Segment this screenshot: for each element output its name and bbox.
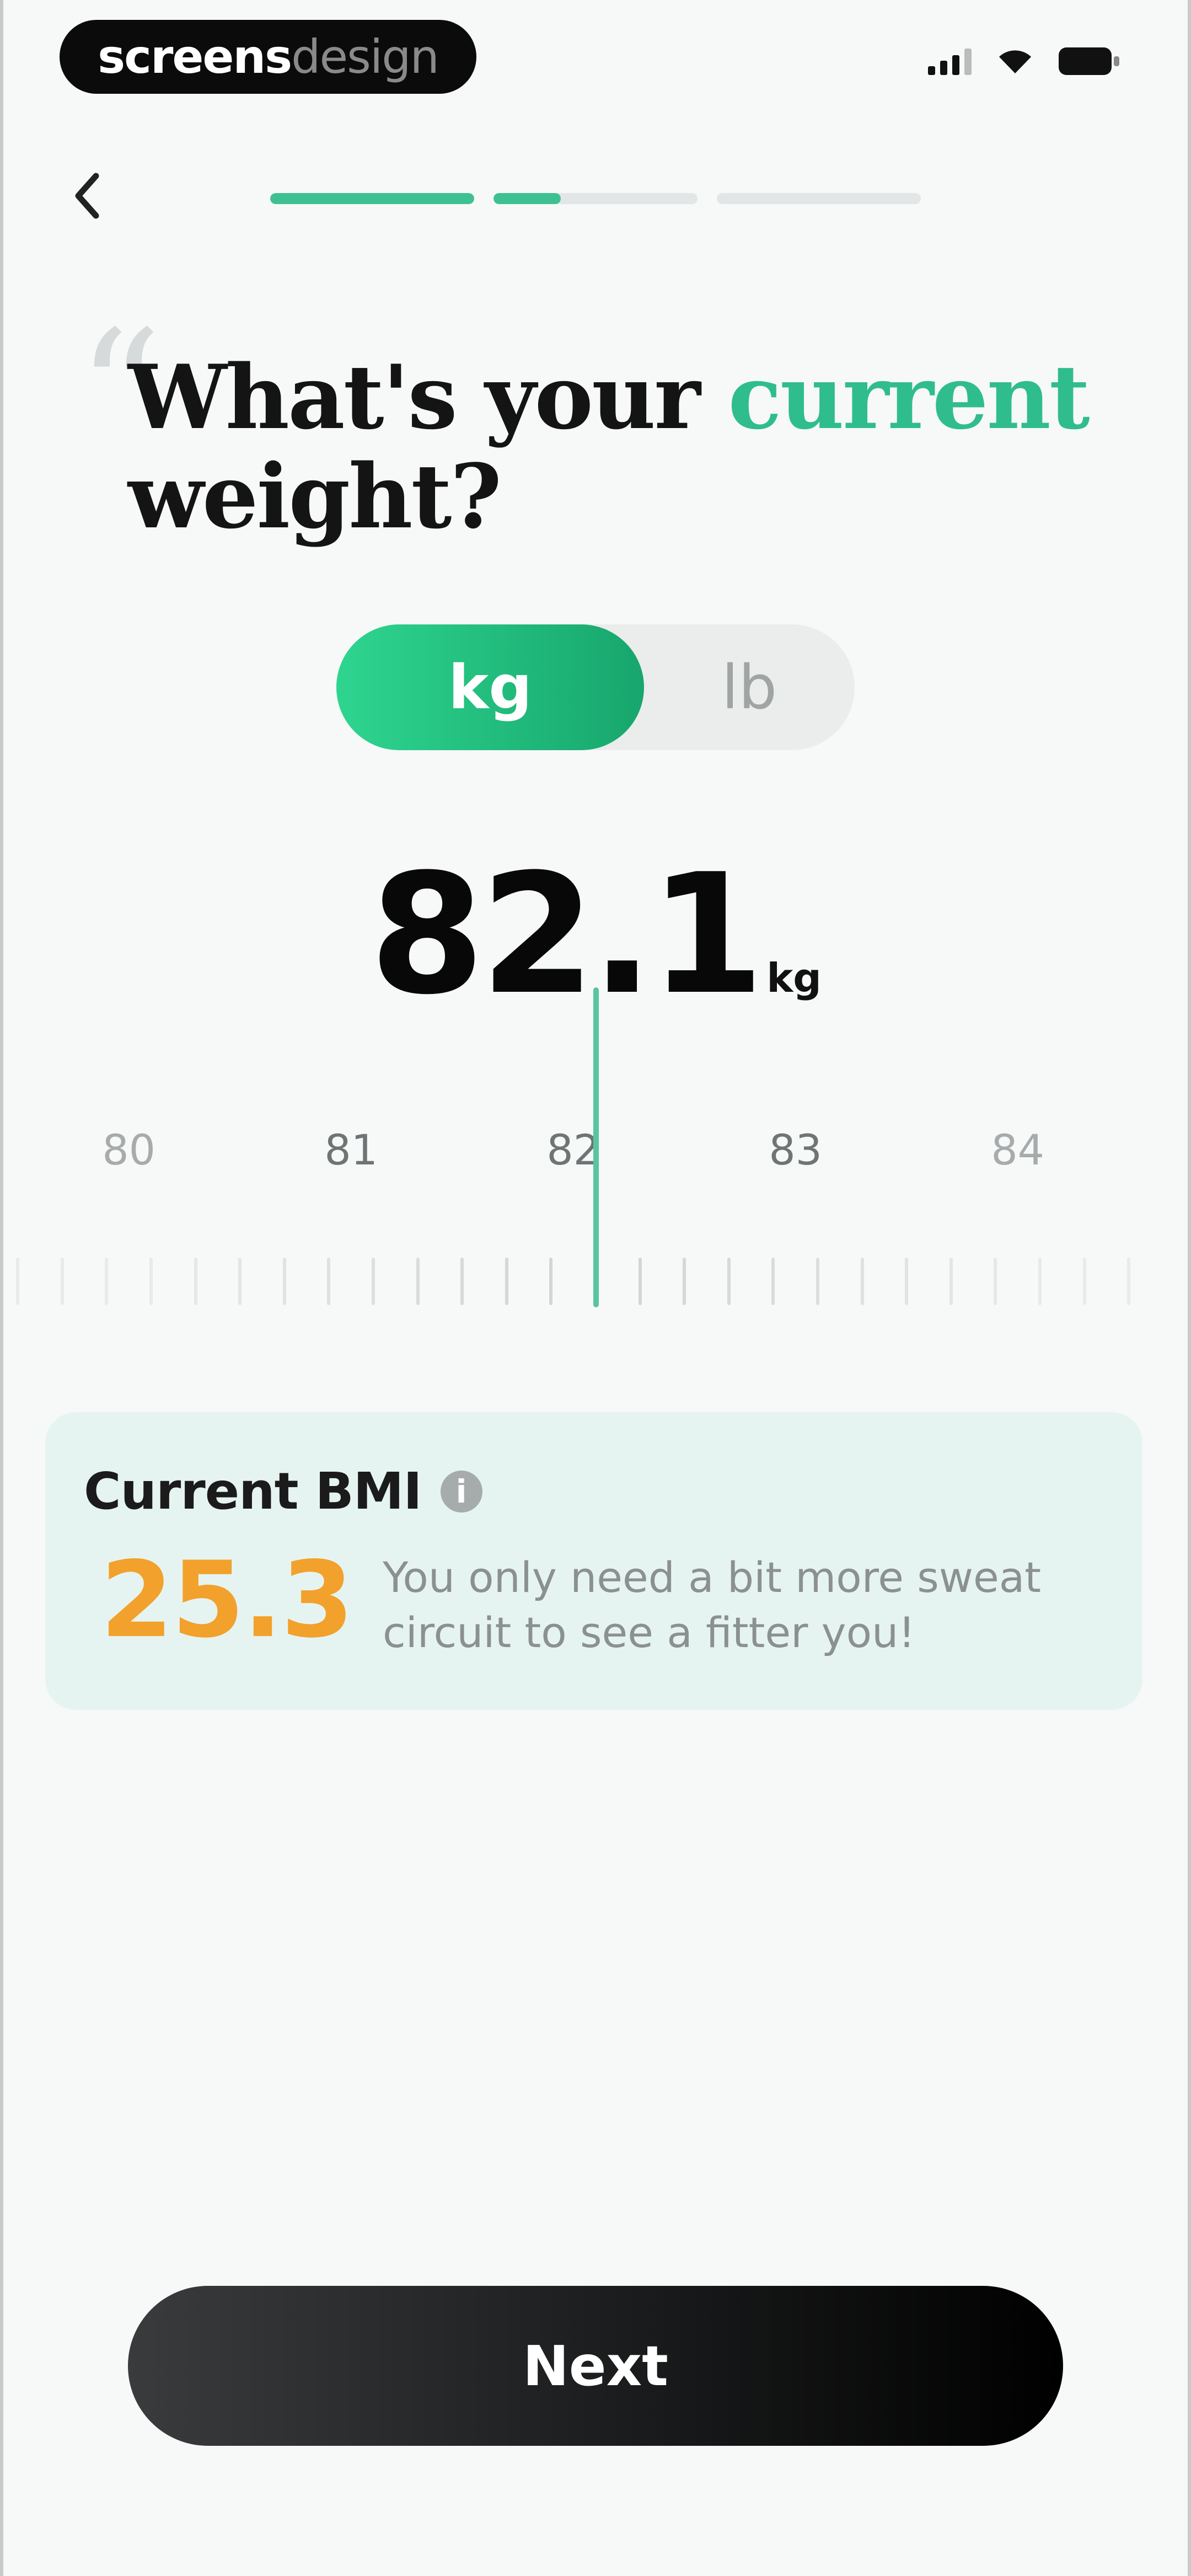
onboarding-progress <box>270 193 921 204</box>
title-text-end: weight? <box>128 445 502 548</box>
ruler-minor-tick <box>505 1258 508 1305</box>
wifi-icon <box>999 50 1031 73</box>
chevron-left-icon <box>75 173 99 219</box>
ruler-minor-tick <box>238 1258 242 1305</box>
ruler-minor-tick <box>416 1258 420 1305</box>
ruler-minor-tick <box>638 1258 642 1305</box>
progress-segment-3 <box>717 193 921 204</box>
brand-text-screens: screens <box>98 30 292 84</box>
brand-text-design: design <box>291 30 439 84</box>
next-button[interactable]: Next <box>128 2286 1063 2446</box>
ruler-minor-tick <box>905 1258 909 1305</box>
ruler-minor-tick <box>460 1258 464 1305</box>
ruler-indicator <box>593 987 599 1307</box>
bmi-value: 25.3 <box>100 1539 354 1661</box>
bmi-header: Current BMI i <box>84 1462 482 1521</box>
ruler-minor-tick <box>149 1258 153 1305</box>
ruler-minor-tick <box>994 1258 997 1305</box>
weight-ruler-slider[interactable]: 80 81 82 83 84 <box>0 987 1191 1318</box>
ruler-label: 80 <box>102 1125 156 1174</box>
unit-option-kg[interactable]: kg <box>336 624 644 750</box>
ruler-label: 82 <box>546 1125 600 1174</box>
battery-icon <box>1059 47 1119 75</box>
ruler-minor-tick <box>1127 1258 1131 1305</box>
ruler-minor-tick <box>194 1258 197 1305</box>
info-icon[interactable]: i <box>440 1470 482 1513</box>
ruler-minor-tick <box>727 1258 731 1305</box>
ruler-minor-tick <box>105 1258 109 1305</box>
title-accent-word: current <box>728 345 1090 449</box>
ruler-label: 84 <box>991 1125 1045 1174</box>
bmi-message: You only need a bit more sweat circuit t… <box>383 1553 1042 1657</box>
title-text-start: What's your <box>128 345 728 449</box>
progress-segment-2 <box>493 193 698 204</box>
page-title: What's your current weight? <box>128 348 1120 546</box>
ruler-minor-tick <box>1082 1258 1086 1305</box>
back-button[interactable] <box>65 165 109 226</box>
ruler-minor-tick <box>949 1258 953 1305</box>
ruler-minor-tick <box>771 1258 775 1305</box>
progress-segment-1 <box>270 193 474 204</box>
ruler-minor-tick <box>860 1258 864 1305</box>
ruler-minor-tick <box>816 1258 819 1305</box>
ruler-minor-tick <box>549 1258 553 1305</box>
unit-toggle[interactable]: kg lb <box>336 624 855 750</box>
unit-option-lb[interactable]: lb <box>644 624 855 750</box>
cellular-signal-icon <box>928 47 972 75</box>
status-icons <box>928 47 1119 75</box>
ruler-minor-tick <box>327 1258 331 1305</box>
ruler-minor-tick <box>372 1258 375 1305</box>
ruler-label: 83 <box>769 1125 823 1174</box>
ruler-minor-tick <box>1038 1258 1042 1305</box>
ruler-minor-tick <box>282 1258 286 1305</box>
ruler-minor-tick <box>683 1258 686 1305</box>
ruler-label: 81 <box>324 1125 378 1174</box>
bmi-card: Current BMI i 25.3 You only need a bit m… <box>45 1412 1142 1710</box>
ruler-minor-tick <box>60 1258 64 1305</box>
ruler-minor-tick <box>16 1258 20 1305</box>
bmi-label: Current BMI <box>84 1462 422 1521</box>
brand-badge: screens design <box>60 20 476 94</box>
